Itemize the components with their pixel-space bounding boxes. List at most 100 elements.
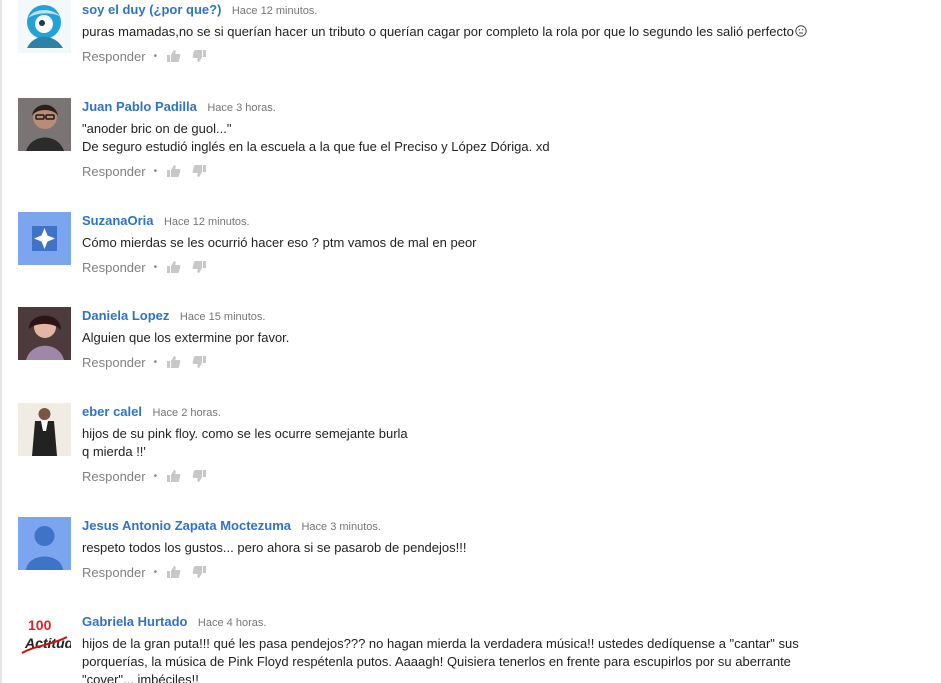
comment-text: Alguien que los extermine por favor.: [82, 329, 928, 347]
reply-button[interactable]: Responder: [82, 260, 146, 275]
default-blue-avatar: [18, 212, 71, 265]
separator-dot: •: [153, 356, 158, 368]
comment-author[interactable]: soy el duy (¿por que?): [82, 2, 221, 17]
comment-text-line: hijos de su pink floy. como se les ocurr…: [82, 426, 408, 441]
cartoon-avatar: [18, 0, 71, 53]
dislike-button[interactable]: [192, 354, 208, 370]
comment-text-line: puras mamadas,no se si querían hacer un …: [82, 23, 928, 41]
avatar[interactable]: [18, 307, 71, 360]
comment-author[interactable]: Daniela Lopez: [82, 308, 169, 323]
comment-author[interactable]: Juan Pablo Padilla: [82, 99, 197, 114]
comment-content: Daniela Lopez Hace 15 minutos. Alguien q…: [82, 307, 928, 371]
avatar[interactable]: [18, 517, 71, 570]
like-button[interactable]: [165, 354, 181, 370]
comment-author[interactable]: Jesus Antonio Zapata Moctezuma: [82, 518, 291, 533]
comment-content: eber calel Hace 2 horas. hijos de su pin…: [82, 403, 928, 485]
separator-dot: •: [153, 165, 158, 177]
comment-author[interactable]: eber calel: [82, 404, 142, 419]
comment-text: hijos de su pink floy. como se les ocurr…: [82, 425, 928, 461]
photo-avatar: [18, 307, 71, 360]
like-button[interactable]: [165, 564, 181, 580]
reply-button[interactable]: Responder: [82, 355, 146, 370]
thumbs-down-icon: [192, 163, 208, 179]
avatar[interactable]: [18, 403, 71, 456]
photo-avatar: [18, 403, 71, 456]
comment-timestamp[interactable]: Hace 3 minutos.: [301, 521, 380, 533]
thumbs-down-icon: [192, 259, 208, 275]
comment-text-line: "cover"... imbéciles!!: [82, 672, 199, 683]
neutral-face-emoji-icon: [795, 25, 807, 37]
dislike-button[interactable]: [192, 468, 208, 484]
comment-timestamp[interactable]: Hace 15 minutos.: [180, 311, 266, 323]
comment-actions: Responder •: [82, 563, 928, 581]
reply-button[interactable]: Responder: [82, 469, 146, 484]
comment-content: Jesus Antonio Zapata Moctezuma Hace 3 mi…: [82, 517, 928, 581]
reply-button[interactable]: Responder: [82, 49, 146, 64]
thumbs-up-icon: [165, 259, 181, 275]
comment-actions: Responder •: [82, 47, 928, 65]
comment-actions: Responder •: [82, 467, 928, 485]
comment-text: puras mamadas,no se si querían hacer un …: [82, 23, 928, 41]
comment-text-line: porquerías, la música de Pink Floyd resp…: [82, 654, 791, 669]
like-button[interactable]: [165, 259, 181, 275]
comment-content: SuzanaOria Hace 12 minutos. Cómo mierdas…: [82, 212, 928, 276]
thumbs-up-icon: [165, 354, 181, 370]
default-person-avatar: [18, 517, 71, 570]
comment-header: Gabriela Hurtado Hace 4 horas.: [82, 613, 928, 631]
thumbs-down-icon: [192, 48, 208, 64]
comment-text-line: hijos de la gran puta!!! qué les pasa pe…: [82, 636, 799, 651]
comment-actions: Responder •: [82, 162, 928, 180]
reply-button[interactable]: Responder: [82, 565, 146, 580]
separator-dot: •: [153, 566, 158, 578]
comment-text-line: respeto todos los gustos... pero ahora s…: [82, 540, 467, 555]
avatar[interactable]: 100 Actitud: [18, 613, 71, 666]
dislike-button[interactable]: [192, 259, 208, 275]
comment-actions: Responder •: [82, 258, 928, 276]
comment-header: SuzanaOria Hace 12 minutos.: [82, 212, 928, 230]
comment-text-line: De seguro estudió inglés en la escuela a…: [82, 139, 550, 154]
thumbs-down-icon: [192, 354, 208, 370]
avatar[interactable]: [18, 212, 71, 265]
reply-button[interactable]: Responder: [82, 164, 146, 179]
comment-author[interactable]: SuzanaOria: [82, 213, 154, 228]
separator-dot: •: [153, 470, 158, 482]
thumbs-down-icon: [192, 468, 208, 484]
dislike-button[interactable]: [192, 163, 208, 179]
comment-timestamp[interactable]: Hace 4 horas.: [198, 617, 266, 629]
comment-header: Daniela Lopez Hace 15 minutos.: [82, 307, 928, 325]
comment-header: eber calel Hace 2 horas.: [82, 403, 928, 421]
comments-page: soy el duy (¿por que?) Hace 12 minutos. …: [0, 0, 941, 683]
comment-text-line: "anoder bric on de guol...": [82, 121, 232, 136]
like-button[interactable]: [165, 468, 181, 484]
comment-text: "anoder bric on de guol..." De seguro es…: [82, 120, 928, 156]
comment-author[interactable]: Gabriela Hurtado: [82, 614, 187, 629]
thumbs-up-icon: [165, 564, 181, 580]
comment-timestamp[interactable]: Hace 12 minutos.: [164, 216, 250, 228]
dislike-button[interactable]: [192, 48, 208, 64]
avatar[interactable]: [18, 98, 71, 151]
comment-header: Juan Pablo Padilla Hace 3 horas.: [82, 98, 928, 116]
comment-text-line-content: puras mamadas,no se si querían hacer un …: [82, 24, 794, 39]
thumbs-up-icon: [165, 48, 181, 64]
separator-dot: •: [153, 50, 158, 62]
comment-header: Jesus Antonio Zapata Moctezuma Hace 3 mi…: [82, 517, 928, 535]
left-divider: [0, 0, 2, 683]
comment-content: Juan Pablo Padilla Hace 3 horas. "anoder…: [82, 98, 928, 180]
avatar[interactable]: [18, 0, 71, 53]
like-button[interactable]: [165, 48, 181, 64]
comment-actions: Responder •: [82, 353, 928, 371]
comment-text-line: q mierda !!': [82, 444, 146, 459]
comment-timestamp[interactable]: Hace 2 horas.: [152, 407, 220, 419]
like-button[interactable]: [165, 163, 181, 179]
comment-text: Cómo mierdas se les ocurrió hacer eso ? …: [82, 234, 928, 252]
svg-text:100: 100: [28, 617, 52, 633]
comment-text-line: Cómo mierdas se les ocurrió hacer eso ? …: [82, 235, 477, 250]
logo-avatar: 100 Actitud: [18, 613, 71, 666]
comment-timestamp[interactable]: Hace 12 minutos.: [232, 5, 318, 17]
comment-timestamp[interactable]: Hace 3 horas.: [207, 102, 275, 114]
comment-content: soy el duy (¿por que?) Hace 12 minutos. …: [82, 0, 928, 65]
photo-avatar: [18, 98, 71, 151]
comment-text: respeto todos los gustos... pero ahora s…: [82, 539, 928, 557]
dislike-button[interactable]: [192, 564, 208, 580]
separator-dot: •: [153, 261, 158, 273]
